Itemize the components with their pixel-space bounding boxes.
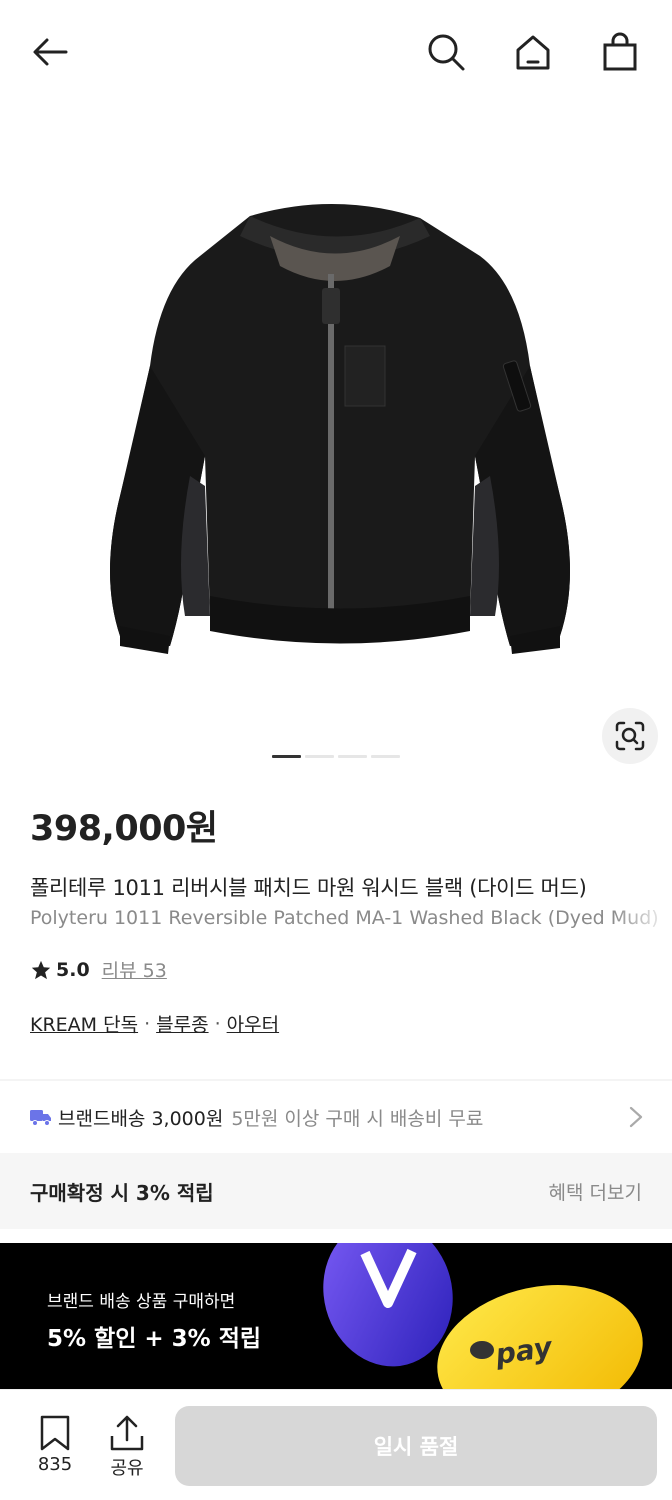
gallery-dot-2[interactable] [305, 755, 334, 758]
benefit-more-link[interactable]: 혜택 더보기 [549, 1178, 642, 1205]
share-label: 공유 [110, 1458, 144, 1479]
lens-search-button[interactable] [602, 708, 658, 764]
star-icon [31, 960, 51, 979]
shipping-label: 브랜드배송 3,000원 [58, 1107, 224, 1130]
home-icon [516, 35, 550, 70]
banner-title: 5% 할인 + 3% 적립 [47, 1326, 262, 1352]
rating-score: 5.0 [56, 958, 90, 981]
review-link[interactable]: 리뷰 53 [102, 956, 167, 983]
product-title-ko: 폴리테루 1011 리버시블 패치드 마원 워시드 블랙 (다이드 머드) [30, 872, 672, 902]
category-separator: · [144, 1012, 151, 1035]
promo-banner[interactable]: 브랜드 배송 상품 구매하면 5% 할인 + 3% 적립 pay [0, 1243, 672, 1389]
product-title-en: Polyteru 1011 Reversible Patched MA-1 Wa… [30, 907, 672, 929]
arrow-left-icon [33, 38, 68, 66]
bookmark-button[interactable]: 835 [32, 1414, 78, 1475]
bookmark-icon [40, 1415, 70, 1451]
top-navigation-bar [0, 0, 672, 104]
rating-summary: 5.0 리뷰 53 [30, 956, 167, 983]
gallery-dot-1[interactable] [272, 755, 301, 758]
shipping-info-row[interactable]: 브랜드배송 3,000원 5만원 이상 구매 시 배송비 무료 [0, 1081, 672, 1153]
bottom-action-bar: 835 공유 일시 품절 [0, 1389, 672, 1500]
product-price: 398,000원 [30, 809, 218, 849]
sold-out-button[interactable]: 일시 품절 [175, 1406, 657, 1486]
share-button[interactable]: 공유 [104, 1414, 150, 1480]
shopping-bag-icon [603, 32, 637, 71]
benefit-row: 구매확정 시 3% 적립 혜택 더보기 [0, 1153, 672, 1229]
shopping-bag-button[interactable] [598, 30, 642, 74]
truck-icon [30, 1110, 51, 1126]
banner-subtitle: 브랜드 배송 상품 구매하면 [47, 1292, 236, 1312]
gallery-dot-4[interactable] [371, 755, 400, 758]
benefit-title: 구매확정 시 3% 적립 [30, 1180, 214, 1205]
back-button[interactable] [28, 30, 72, 74]
pay-coins-illustration: pay [323, 1243, 643, 1389]
shipping-note: 5만원 이상 구매 시 배송비 무료 [231, 1107, 484, 1130]
home-button[interactable] [511, 30, 555, 74]
category-link-kream-exclusive[interactable]: KREAM 단독 [30, 1010, 138, 1037]
chevron-right-icon [629, 1106, 643, 1128]
category-link-blouson[interactable]: 블루종 [156, 1010, 208, 1037]
search-icon [428, 34, 465, 71]
category-link-outer[interactable]: 아우터 [227, 1010, 279, 1037]
product-image-gallery[interactable] [0, 104, 672, 784]
search-button[interactable] [424, 30, 468, 74]
lens-search-icon [615, 721, 645, 751]
jacket-photo [110, 203, 570, 654]
category-separator: · [214, 1012, 221, 1035]
share-icon [110, 1415, 144, 1451]
gallery-pagination [272, 755, 400, 758]
bookmark-count: 835 [37, 1454, 73, 1475]
category-links: KREAM 단독 · 블루종 · 아우터 [30, 1010, 279, 1037]
gallery-dot-3[interactable] [338, 755, 367, 758]
